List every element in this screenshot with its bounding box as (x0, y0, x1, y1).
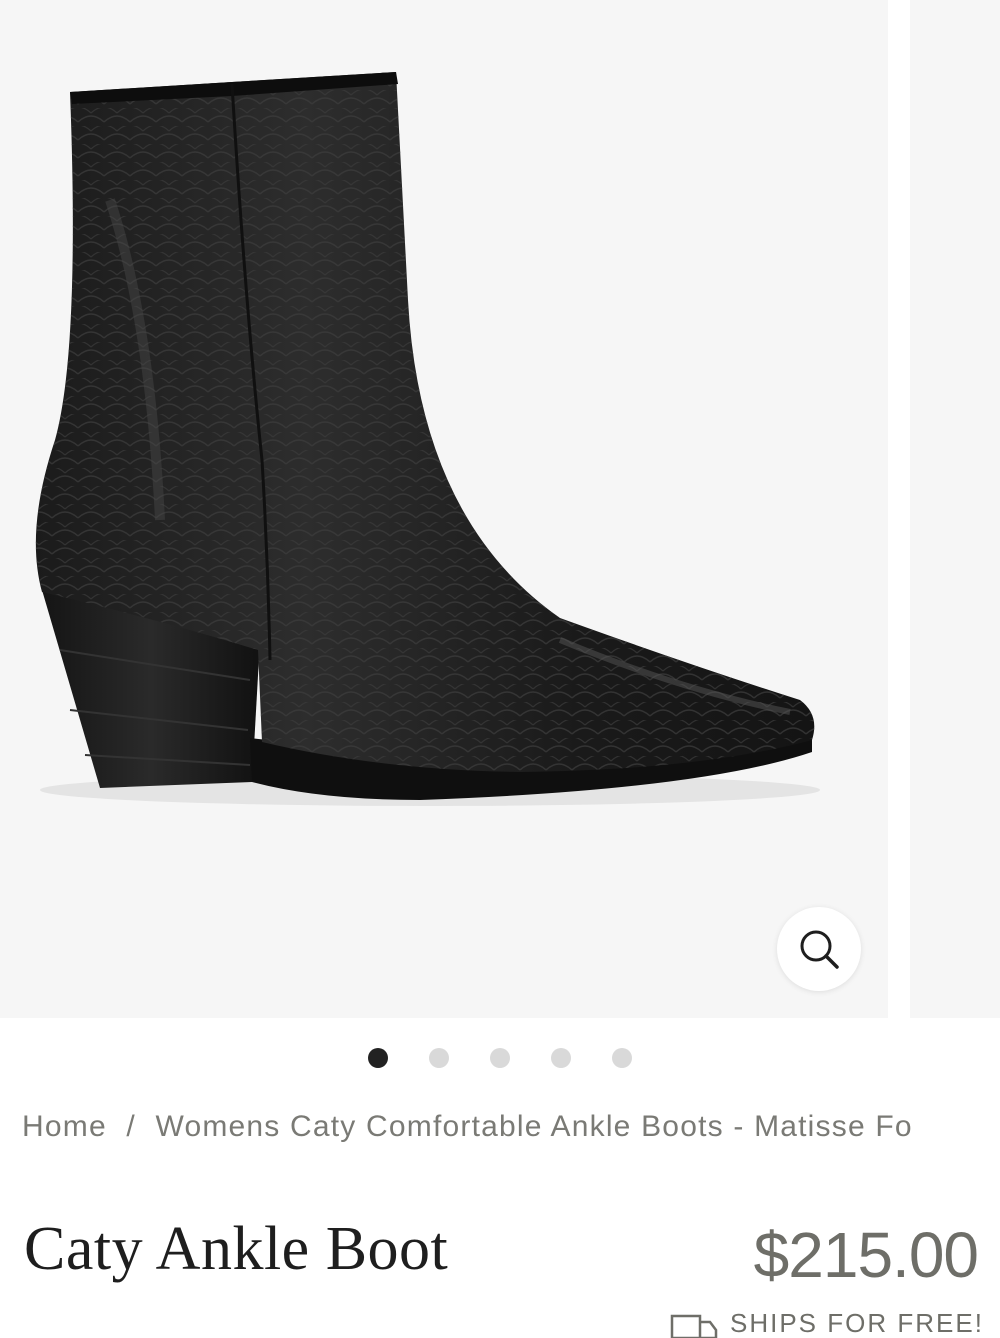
breadcrumb: Home / Womens Caty Comfortable Ankle Boo… (22, 1110, 1000, 1144)
product-image-gallery[interactable] (0, 0, 1000, 1018)
pagination-dot-1[interactable] (368, 1048, 388, 1068)
shipping-label: SHIPS FOR FREE! (730, 1308, 984, 1338)
product-image-slide-1[interactable] (0, 0, 888, 1018)
truck-icon (670, 1314, 718, 1338)
shipping-note: SHIPS FOR FREE! (670, 1308, 1000, 1338)
breadcrumb-current: Womens Caty Comfortable Ankle Boots - Ma… (155, 1110, 913, 1143)
breadcrumb-separator: / (126, 1110, 136, 1143)
pagination-dot-5[interactable] (612, 1048, 632, 1068)
pagination-dot-3[interactable] (490, 1048, 510, 1068)
zoom-button[interactable] (777, 907, 861, 991)
boot-product-image (35, 72, 820, 806)
gallery-pagination (0, 1046, 1000, 1070)
magnifier-icon (800, 930, 839, 969)
product-price: $215.00 (753, 1219, 979, 1291)
product-image-slide-2-peek[interactable] (910, 0, 1000, 1018)
product-title: Caty Ankle Boot (24, 1215, 449, 1283)
pagination-dot-2[interactable] (429, 1048, 449, 1068)
pagination-dot-4[interactable] (551, 1048, 571, 1068)
breadcrumb-home-link[interactable]: Home (22, 1110, 107, 1143)
